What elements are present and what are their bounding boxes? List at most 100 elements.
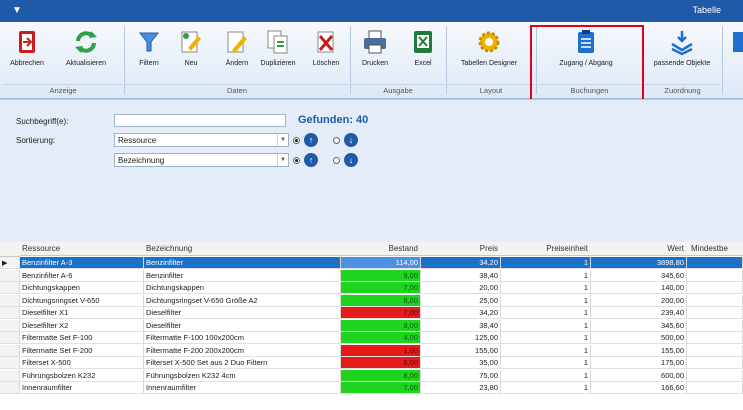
cell-preis[interactable]: 125,00 xyxy=(421,332,501,344)
cell-bestand[interactable]: 7,00 xyxy=(341,382,421,394)
cell-bezeichnung[interactable]: Benzinfilter xyxy=(144,257,341,269)
sort1-ascending-radio[interactable] xyxy=(293,137,300,144)
table-designer-button[interactable]: Tabellen Designer xyxy=(452,28,526,67)
cell-ressource[interactable]: Dichtungskappen xyxy=(20,282,144,294)
row-indicator[interactable]: ▶ xyxy=(0,257,20,269)
row-indicator[interactable] xyxy=(0,307,20,319)
sort2-ascending-radio[interactable] xyxy=(293,157,300,164)
cell-bestand[interactable]: 9,00 xyxy=(341,319,421,332)
table-row[interactable]: Filterset X-500 Filterset X-500 Set aus 2… xyxy=(0,357,743,369)
column-header-preis[interactable]: Preis xyxy=(421,242,501,256)
new-button[interactable]: Neu xyxy=(176,28,206,67)
cell-mindestbestand[interactable] xyxy=(687,344,743,357)
cell-preiseinheit[interactable]: 1 xyxy=(501,357,591,369)
cell-preis[interactable]: 23,80 xyxy=(421,382,501,394)
cell-wert[interactable]: 239,40 xyxy=(591,307,687,319)
cell-ressource[interactable]: Führungsbolzen K232 xyxy=(20,369,144,382)
cell-bezeichnung[interactable]: Führungsbolzen K232 4cm xyxy=(144,369,341,382)
print-button[interactable]: Drucken xyxy=(358,28,392,67)
cell-bezeichnung[interactable]: Filtermatte F-100 100x200cm xyxy=(144,332,341,344)
row-indicator[interactable] xyxy=(0,319,20,332)
cell-ressource[interactable]: Filtermatte Set F-100 xyxy=(20,332,144,344)
filter-button[interactable]: Filtern xyxy=(134,28,164,67)
cell-bestand[interactable]: 7,00 xyxy=(341,307,421,319)
cell-wert[interactable]: 3898,80 xyxy=(591,257,687,269)
cell-ressource[interactable]: Filtermatte Set F-200 xyxy=(20,344,144,357)
column-header-wert[interactable]: Wert xyxy=(591,242,687,256)
quick-access-menu-button[interactable]: ▼ xyxy=(10,4,24,18)
column-header-mindestbestand[interactable]: Mindestbe xyxy=(687,242,743,256)
column-header-ressource[interactable]: Ressource xyxy=(20,242,144,256)
cell-wert[interactable]: 500,00 xyxy=(591,332,687,344)
cell-preis[interactable]: 38,40 xyxy=(421,269,501,282)
table-row[interactable]: Dieselfilter X1 Dieselfilter 7,00 34,20 1 239… xyxy=(0,307,743,319)
cell-mindestbestand[interactable] xyxy=(687,269,743,282)
cell-bestand[interactable]: 4,00 xyxy=(341,332,421,344)
cell-preiseinheit[interactable]: 1 xyxy=(501,382,591,394)
cell-mindestbestand[interactable] xyxy=(687,382,743,394)
cell-preiseinheit[interactable]: 1 xyxy=(501,269,591,282)
column-header-bestand[interactable]: Bestand xyxy=(341,242,421,256)
cell-preis[interactable]: 35,00 xyxy=(421,357,501,369)
sort-select-1[interactable]: Ressource ▼ xyxy=(114,133,289,147)
row-indicator[interactable] xyxy=(0,332,20,344)
cell-bezeichnung[interactable]: Dieselfilter xyxy=(144,307,341,319)
row-indicator[interactable] xyxy=(0,369,20,382)
matching-objects-button[interactable]: passende Objekte xyxy=(650,28,714,67)
row-indicator[interactable] xyxy=(0,344,20,357)
cell-ressource[interactable]: Benzinfilter A-3 xyxy=(20,257,144,269)
table-row[interactable]: Führungsbolzen K232 Führungsbolzen K232 4… xyxy=(0,369,743,382)
cell-ressource[interactable]: Dichtungsringset V-650 xyxy=(20,294,144,307)
cell-preiseinheit[interactable]: 1 xyxy=(501,344,591,357)
more-ribbon-button[interactable] xyxy=(728,28,743,60)
cell-mindestbestand[interactable] xyxy=(687,257,743,269)
cancel-button[interactable]: Abbrechen xyxy=(8,28,46,67)
refresh-button[interactable]: Aktualisieren xyxy=(62,28,110,67)
row-indicator[interactable] xyxy=(0,357,20,369)
cell-wert[interactable]: 600,00 xyxy=(591,369,687,382)
cell-mindestbestand[interactable] xyxy=(687,369,743,382)
table-row[interactable]: Dichtungsringset V-650 Dichtungsringset V… xyxy=(0,294,743,307)
table-row[interactable]: Filtermatte Set F-100 Filtermatte F-100 1… xyxy=(0,332,743,344)
column-header-bezeichnung[interactable]: Bezeichnung xyxy=(144,242,341,256)
cell-bestand[interactable]: 8,00 xyxy=(341,294,421,307)
row-indicator[interactable] xyxy=(0,294,20,307)
row-indicator[interactable] xyxy=(0,382,20,394)
cell-mindestbestand[interactable] xyxy=(687,282,743,294)
row-indicator[interactable] xyxy=(0,282,20,294)
cell-preiseinheit[interactable]: 1 xyxy=(501,257,591,269)
cell-bestand[interactable]: 5,00 xyxy=(341,357,421,369)
cell-preiseinheit[interactable]: 1 xyxy=(501,307,591,319)
delete-button[interactable]: Löschen xyxy=(308,28,344,67)
table-row[interactable]: ▶ Benzinfilter A-3 Benzinfilter 114,00 34,20… xyxy=(0,257,743,269)
cell-ressource[interactable]: Dieselfilter X2 xyxy=(20,319,144,332)
cell-bezeichnung[interactable]: Filterset X-500 Set aus 2 Duo Filtern xyxy=(144,357,341,369)
cell-bestand[interactable]: 9,00 xyxy=(341,269,421,282)
column-header-preiseinheit[interactable]: Preiseinheit xyxy=(501,242,591,256)
table-row[interactable]: Dieselfilter X2 Dieselfilter 9,00 38,40 1 345… xyxy=(0,319,743,332)
cell-preiseinheit[interactable]: 1 xyxy=(501,319,591,332)
search-input[interactable] xyxy=(114,114,286,127)
cell-preiseinheit[interactable]: 1 xyxy=(501,282,591,294)
cell-bestand[interactable]: 7,00 xyxy=(341,282,421,294)
table-row[interactable]: Dichtungskappen Dichtungskappen 7,00 20,00 1… xyxy=(0,282,743,294)
cell-preis[interactable]: 155,00 xyxy=(421,344,501,357)
cell-preiseinheit[interactable]: 1 xyxy=(501,332,591,344)
cell-wert[interactable]: 175,00 xyxy=(591,357,687,369)
cell-bestand[interactable]: 8,00 xyxy=(341,369,421,382)
cell-preis[interactable]: 38,40 xyxy=(421,319,501,332)
cell-preiseinheit[interactable]: 1 xyxy=(501,369,591,382)
duplicate-button[interactable]: Duplizieren xyxy=(256,28,300,67)
table-row[interactable]: Filtermatte Set F-200 Filtermatte F-200 2… xyxy=(0,344,743,357)
cell-preis[interactable]: 25,00 xyxy=(421,294,501,307)
cell-mindestbestand[interactable] xyxy=(687,357,743,369)
cell-ressource[interactable]: Dieselfilter X1 xyxy=(20,307,144,319)
cell-wert[interactable]: 155,00 xyxy=(591,344,687,357)
cell-bezeichnung[interactable]: Benzinfilter xyxy=(144,269,341,282)
cell-mindestbestand[interactable] xyxy=(687,294,743,307)
row-indicator[interactable] xyxy=(0,269,20,282)
edit-button[interactable]: Ändern xyxy=(222,28,252,67)
excel-export-button[interactable]: Excel xyxy=(408,28,438,67)
cell-wert[interactable]: 345,60 xyxy=(591,269,687,282)
cell-ressource[interactable]: Filterset X-500 xyxy=(20,357,144,369)
